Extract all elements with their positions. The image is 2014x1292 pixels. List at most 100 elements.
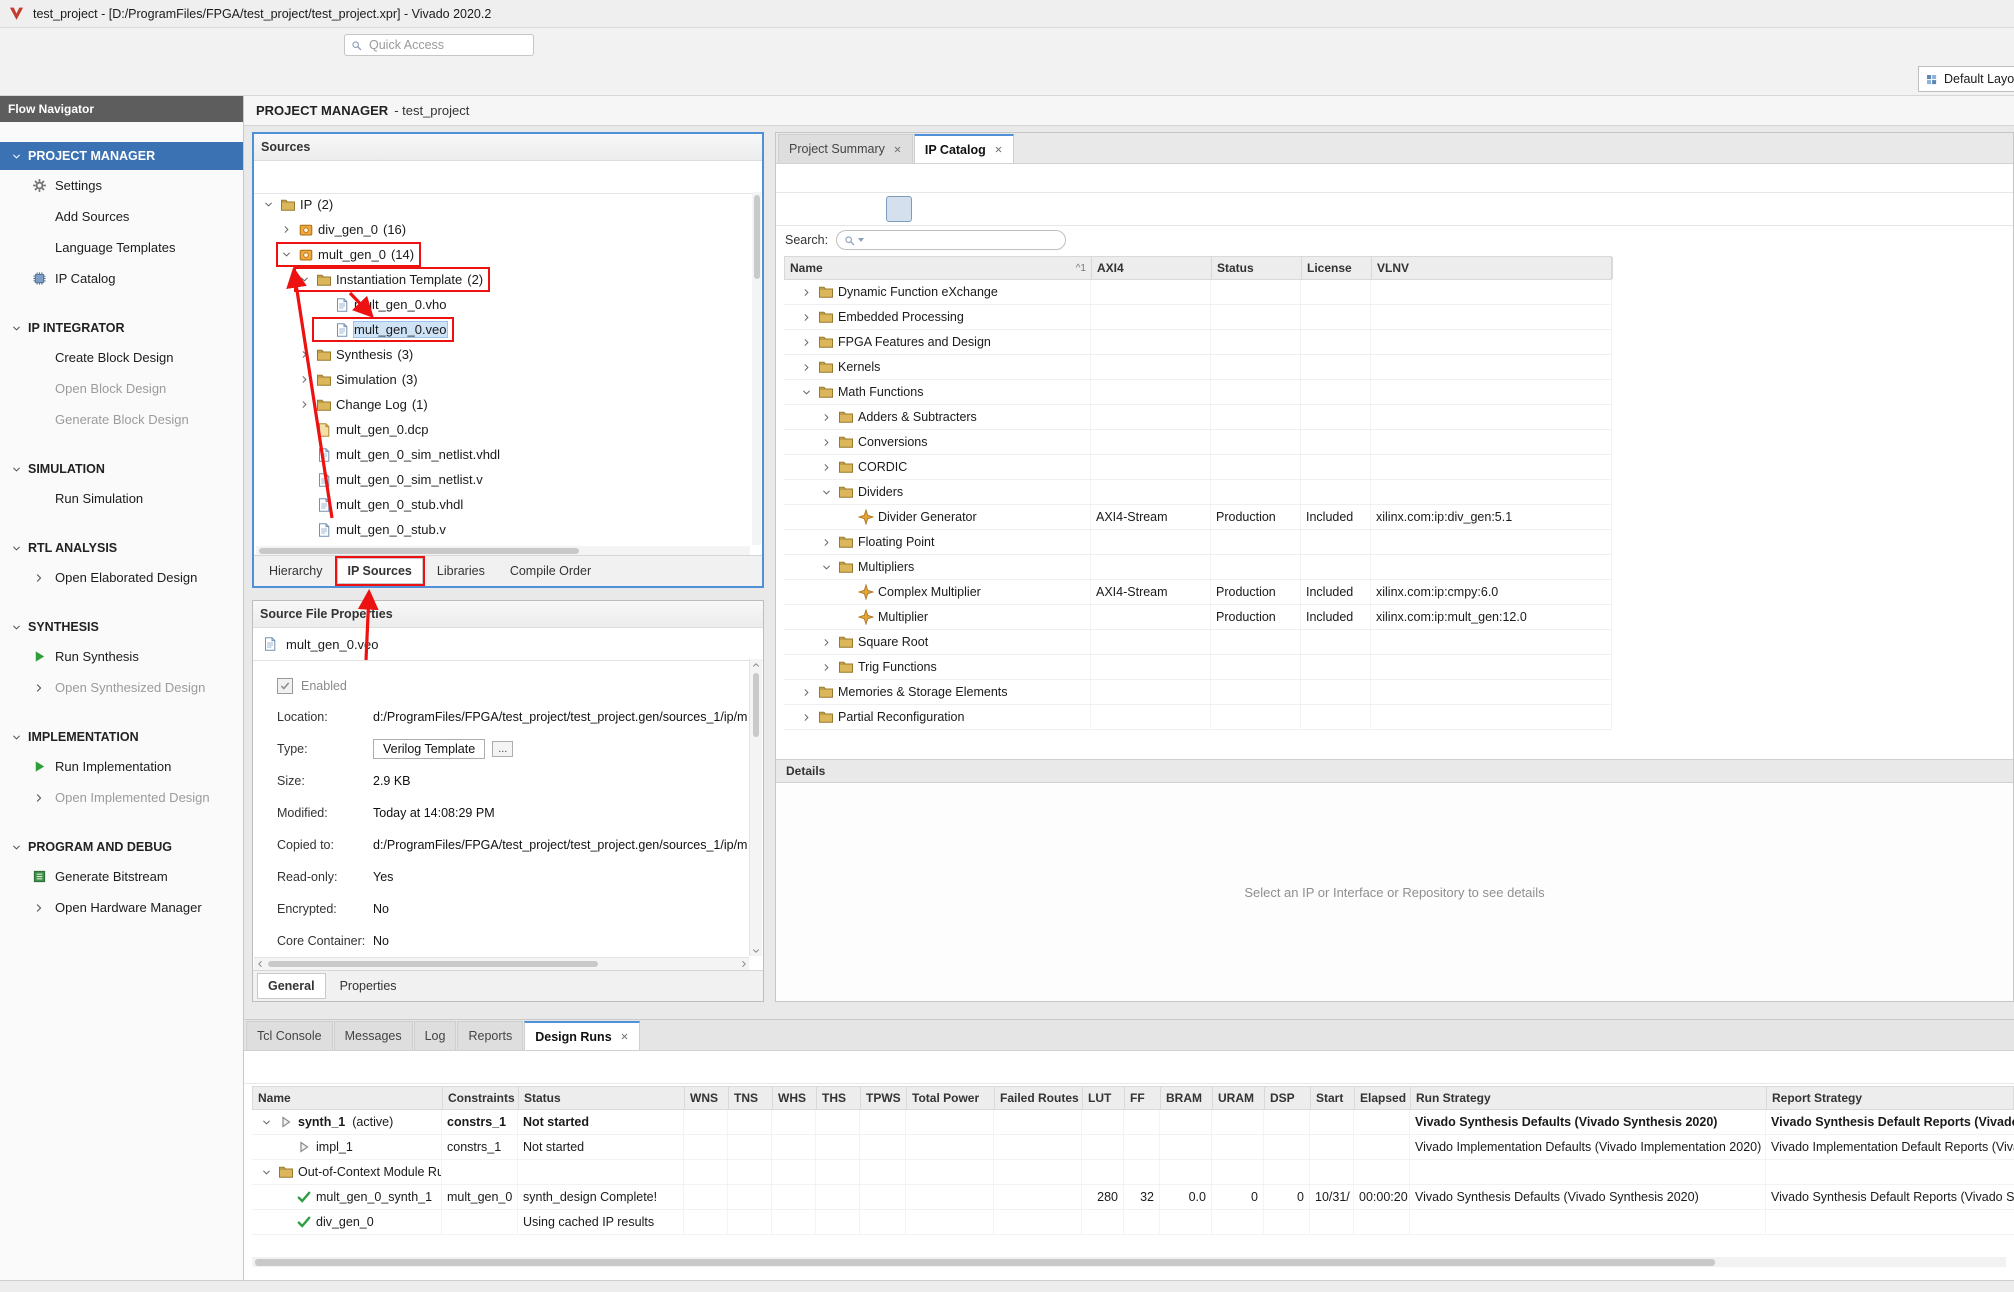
chevron-down-icon[interactable] <box>258 1164 274 1180</box>
source-tree-row[interactable]: mult_gen_0 (14) <box>254 242 751 267</box>
bottom-tab[interactable]: Log <box>414 1021 457 1050</box>
column-header[interactable]: WNS <box>685 1087 729 1109</box>
scrollbar-thumb[interactable] <box>268 961 598 967</box>
flow-navigator-item[interactable]: Create Block Design <box>0 342 243 373</box>
flow-navigator-item[interactable]: Open Synthesized Design <box>0 672 243 703</box>
flow-navigator-item[interactable]: Language Templates <box>0 232 243 263</box>
column-header[interactable]: BRAM <box>1161 1087 1213 1109</box>
tab[interactable]: Compile Order <box>499 558 602 584</box>
bottom-tab[interactable]: Tcl Console <box>246 1021 333 1050</box>
flow-navigator-item[interactable]: Open Elaborated Design <box>0 562 243 593</box>
enabled-checkbox-row[interactable]: Enabled <box>277 671 748 701</box>
chevron-right-icon[interactable] <box>296 372 312 388</box>
catalog-row[interactable]: Conversions <box>784 430 1612 455</box>
chevron-right-icon[interactable] <box>818 634 834 650</box>
column-header[interactable]: Name <box>253 1087 443 1109</box>
column-header[interactable]: FF <box>1125 1087 1161 1109</box>
flow-navigator-item[interactable]: Generate Block Design <box>0 404 243 435</box>
catalog-row[interactable]: Multipliers <box>784 555 1612 580</box>
chevron-down-icon[interactable] <box>8 619 24 635</box>
flow-navigator-section-header[interactable]: IMPLEMENTATION <box>0 723 243 751</box>
column-header[interactable]: THS <box>817 1087 861 1109</box>
chevron-down-icon[interactable] <box>8 461 24 477</box>
flow-navigator-item[interactable]: Generate Bitstream <box>0 861 243 892</box>
chevron-down-icon[interactable] <box>8 540 24 556</box>
property-value[interactable]: Verilog Template <box>373 739 485 759</box>
scrollbar-thumb[interactable] <box>753 673 759 737</box>
chevron-right-icon[interactable] <box>798 709 814 725</box>
column-header[interactable]: Start <box>1311 1087 1355 1109</box>
flow-navigator-section-header[interactable]: PROGRAM AND DEBUG <box>0 833 243 861</box>
chevron-down-icon[interactable] <box>798 384 814 400</box>
scrollbar-thumb[interactable] <box>754 195 760 279</box>
tab[interactable]: Properties <box>329 973 408 999</box>
chevron-right-icon[interactable] <box>798 334 814 350</box>
scroll-down-icon[interactable] <box>751 945 762 956</box>
flow-navigator-item[interactable]: Run Implementation <box>0 751 243 782</box>
tab[interactable]: General <box>257 973 326 999</box>
catalog-row[interactable]: CORDIC <box>784 455 1612 480</box>
chevron-right-icon[interactable] <box>818 659 834 675</box>
column-header[interactable]: URAM <box>1213 1087 1265 1109</box>
horizontal-scrollbar[interactable] <box>254 957 749 970</box>
source-tree-row[interactable]: IP (2) <box>254 192 751 217</box>
column-header[interactable]: VLNV <box>1372 257 1613 279</box>
close-icon[interactable] <box>994 145 1003 154</box>
chevron-right-icon[interactable] <box>798 359 814 375</box>
column-header[interactable]: Elapsed <box>1355 1087 1411 1109</box>
catalog-row[interactable]: Kernels <box>784 355 1612 380</box>
catalog-row[interactable]: Floating Point <box>784 530 1612 555</box>
source-tree-row[interactable]: div_gen_0 (16) <box>254 217 751 242</box>
flow-navigator-section-header[interactable]: IP INTEGRATOR <box>0 314 243 342</box>
scroll-left-icon[interactable] <box>254 959 265 970</box>
column-header[interactable]: Constraints <box>443 1087 519 1109</box>
design-run-row[interactable]: impl_1 constrs_1 Not started V <box>252 1135 2014 1160</box>
enabled-checkbox[interactable] <box>277 678 293 694</box>
column-header[interactable]: TNS <box>729 1087 773 1109</box>
scrollbar-thumb[interactable] <box>259 548 579 554</box>
horizontal-scrollbar[interactable] <box>252 1257 2006 1267</box>
column-header[interactable]: LUT <box>1083 1087 1125 1109</box>
catalog-row[interactable]: Square Root <box>784 630 1612 655</box>
chevron-down-icon[interactable] <box>278 247 294 263</box>
design-run-row[interactable]: mult_gen_0_synth_1 mult_gen_0 synth_desi… <box>252 1185 2014 1210</box>
chevron-right-icon[interactable] <box>818 409 834 425</box>
chevron-down-icon[interactable] <box>8 839 24 855</box>
column-header[interactable]: Report Strategy <box>1767 1087 2014 1109</box>
layout-selector[interactable]: Default Layout <box>1918 66 2014 92</box>
chevron-down-icon[interactable] <box>8 320 24 336</box>
catalog-row[interactable]: Dividers <box>784 480 1612 505</box>
tab[interactable]: Libraries <box>426 558 496 584</box>
sources-panel-header[interactable]: Sources <box>254 134 762 161</box>
design-run-row[interactable]: synth_1 (active) constrs_1 Not started <box>252 1110 2014 1135</box>
column-header[interactable]: DSP <box>1265 1087 1311 1109</box>
catalog-row[interactable]: FPGA Features and Design <box>784 330 1612 355</box>
tab[interactable]: IP Sources <box>337 558 423 584</box>
chevron-down-icon[interactable] <box>258 1114 274 1130</box>
column-header-name[interactable]: Name ^1 <box>785 257 1092 279</box>
flow-navigator-item[interactable]: Add Sources <box>0 201 243 232</box>
chevron-right-icon[interactable] <box>798 684 814 700</box>
flow-navigator-section-header[interactable]: SYNTHESIS <box>0 613 243 641</box>
quick-access-search[interactable] <box>344 34 534 56</box>
catalog-row[interactable]: Memories & Storage Elements <box>784 680 1612 705</box>
flow-navigator-item[interactable]: Run Simulation <box>0 483 243 514</box>
chevron-right-icon[interactable] <box>798 309 814 325</box>
scrollbar-thumb[interactable] <box>255 1259 1715 1266</box>
chevron-right-icon[interactable] <box>798 284 814 300</box>
catalog-row[interactable]: Divider Generator AXI4-Stream Production… <box>784 505 1612 530</box>
column-header[interactable]: Status <box>1212 257 1302 279</box>
chevron-down-icon[interactable] <box>296 272 312 288</box>
chevron-down-icon[interactable] <box>260 197 276 213</box>
chevron-right-icon[interactable] <box>296 347 312 363</box>
column-header[interactable]: Run Strategy <box>1411 1087 1767 1109</box>
flow-navigator-section-header[interactable]: SIMULATION <box>0 455 243 483</box>
scroll-up-icon[interactable] <box>751 659 762 670</box>
flow-navigator-item[interactable]: Open Implemented Design <box>0 782 243 813</box>
chevron-right-icon[interactable] <box>278 222 294 238</box>
chevron-down-icon[interactable] <box>8 729 24 745</box>
chevron-down-icon[interactable] <box>8 148 24 164</box>
source-tree-row[interactable]: Synthesis (3) <box>254 342 751 367</box>
catalog-search-input[interactable] <box>867 232 1058 248</box>
source-tree-row[interactable]: Simulation (3) <box>254 367 751 392</box>
